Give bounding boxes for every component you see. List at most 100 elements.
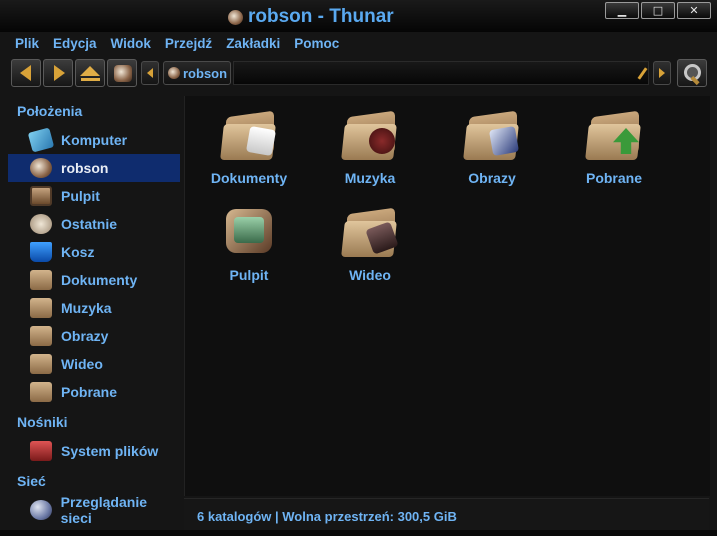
folder-videos-icon — [341, 205, 399, 257]
folder-item-pobrane[interactable]: Pobrane — [554, 100, 674, 200]
menu-przejdz[interactable]: Przejdź — [158, 34, 219, 54]
sidebar-item-label: Wideo — [61, 356, 103, 372]
sidebar-item-label: Ostatnie — [61, 216, 118, 232]
folder-downloads-icon — [30, 382, 52, 402]
path-scroll-left-button[interactable] — [141, 61, 159, 85]
menu-plik[interactable]: Plik — [8, 34, 46, 54]
folder-item-muzyka[interactable]: Muzyka — [310, 100, 430, 200]
monitor-frame — [226, 209, 272, 253]
back-button[interactable] — [11, 59, 41, 87]
up-button[interactable] — [75, 59, 105, 87]
sidebar-item-pulpit[interactable]: Pulpit — [8, 182, 180, 210]
sidebar-item-dokumenty[interactable]: Dokumenty — [8, 266, 180, 294]
sidebar-item-label: Obrazy — [61, 328, 109, 344]
item-label: Muzyka — [344, 170, 396, 186]
sidebar-item-label: Pulpit — [61, 188, 100, 204]
sidebar-item-przegladanie-sieci[interactable]: Przeglądanie sieci — [8, 494, 180, 526]
folder-downloads-icon — [585, 108, 643, 160]
status-bar: 6 katalogów | Wolna przestrzeń: 300,5 Gi… — [184, 498, 709, 531]
home-icon — [30, 158, 52, 178]
monitor-screen — [234, 217, 264, 243]
title-bar[interactable]: robson - Thunar ▁ □ ✕ — [0, 0, 717, 32]
sidebar-item-label: System plików — [61, 443, 159, 459]
folder-item-pulpit[interactable]: Pulpit — [189, 197, 309, 297]
home-icon — [114, 65, 132, 82]
computer-icon — [27, 127, 55, 153]
sidebar-item-obrazy[interactable]: Obrazy — [8, 322, 180, 350]
forward-icon — [54, 65, 65, 81]
folder-documents-icon — [30, 270, 52, 290]
path-scroll-right-button[interactable] — [653, 61, 671, 85]
folder-item-obrazy[interactable]: Obrazy — [432, 100, 552, 200]
sidebar-item-label: Komputer — [61, 132, 128, 148]
back-icon — [20, 65, 31, 81]
folder-music-icon — [30, 298, 52, 318]
desktop-background-strip — [0, 530, 717, 536]
menu-edycja[interactable]: Edycja — [46, 34, 104, 54]
folder-music-icon — [341, 108, 399, 160]
sidebar-item-muzyka[interactable]: Muzyka — [8, 294, 180, 322]
window-title: robson - Thunar — [248, 6, 394, 27]
sidebar-item-kosz[interactable]: Kosz — [8, 238, 180, 266]
menu-pomoc[interactable]: Pomoc — [287, 34, 346, 54]
forward-button[interactable] — [43, 59, 73, 87]
menu-zakladki[interactable]: Zakładki — [219, 34, 287, 54]
document-emblem-icon — [245, 125, 277, 157]
sidebar-item-system-plikow[interactable]: System plików — [8, 437, 180, 465]
music-emblem-icon — [369, 128, 395, 154]
sidebar-item-label: Muzyka — [61, 300, 112, 316]
home-icon — [228, 9, 243, 25]
window-controls: ▁ □ ✕ — [605, 2, 711, 19]
trash-icon — [30, 242, 52, 262]
up-icon-bar — [81, 78, 100, 81]
menu-widok[interactable]: Widok — [104, 34, 158, 54]
close-button[interactable]: ✕ — [677, 2, 711, 19]
item-label: Pobrane — [585, 170, 642, 186]
menubar: Plik Edycja Widok Przejdź Zakładki Pomoc — [8, 34, 346, 54]
folder-item-dokumenty[interactable]: Dokumenty — [189, 100, 309, 200]
section-devices: Nośniki — [17, 414, 68, 430]
minimize-button[interactable]: ▁ — [605, 2, 639, 19]
home-icon — [168, 67, 180, 79]
section-network: Sieć — [17, 473, 46, 489]
folder-videos-icon — [30, 354, 52, 374]
location-field[interactable] — [233, 61, 649, 85]
desktop-icon — [222, 205, 278, 257]
sidebar-item-pobrane[interactable]: Pobrane — [8, 378, 180, 406]
up-icon — [80, 66, 100, 76]
folder-pictures-icon — [463, 108, 521, 160]
section-locations: Położenia — [17, 103, 83, 119]
desktop-icon — [30, 186, 52, 206]
recent-icon — [30, 214, 52, 234]
item-label: Dokumenty — [210, 170, 288, 186]
chevron-right-icon — [659, 68, 665, 78]
status-text: 6 katalogów | Wolna przestrzeń: 300,5 Gi… — [197, 509, 457, 524]
sidebar-item-robson[interactable]: robson — [8, 154, 180, 182]
sidebar-item-label: Przeglądanie sieci — [60, 494, 147, 526]
breadcrumb-robson[interactable]: robson — [163, 61, 231, 85]
sidebar-item-komputer[interactable]: Komputer — [8, 126, 180, 154]
sidebar-item-label: Pobrane — [61, 384, 118, 400]
sidebar-item-label: Dokumenty — [61, 272, 138, 288]
network-icon — [30, 500, 52, 520]
sidebar-item-label: robson — [61, 160, 109, 176]
thunar-window: robson - Thunar ▁ □ ✕ Plik Edycja Widok … — [0, 0, 717, 536]
side-pane: Położenia Komputer robson Pulpit Ostatni… — [8, 96, 180, 528]
pencil-icon[interactable] — [637, 67, 648, 80]
maximize-button[interactable]: □ — [641, 2, 675, 19]
sidebar-item-ostatnie[interactable]: Ostatnie — [8, 210, 180, 238]
search-button[interactable] — [677, 59, 707, 87]
title-group: robson - Thunar — [228, 5, 394, 29]
item-label: Obrazy — [468, 170, 516, 186]
home-button[interactable] — [107, 59, 137, 87]
folder-item-wideo[interactable]: Wideo — [310, 197, 430, 297]
item-label: Pulpit — [229, 267, 269, 283]
toolbar: robson — [8, 58, 709, 90]
icon-view[interactable]: Dokumenty Muzyka Obrazy Pobrane Pulpit W… — [184, 96, 710, 496]
sidebar-item-wideo[interactable]: Wideo — [8, 350, 180, 378]
drive-icon — [30, 441, 52, 461]
chevron-left-icon — [147, 68, 153, 78]
pictures-emblem-icon — [488, 125, 520, 157]
breadcrumb-label: robson — [183, 65, 228, 81]
item-label: Wideo — [349, 267, 391, 283]
